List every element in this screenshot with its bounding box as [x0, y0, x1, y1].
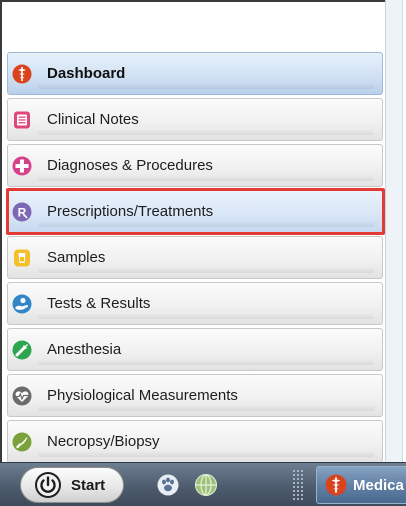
hand-test-icon [12, 294, 32, 314]
sidebar-item-label: Tests & Results [47, 295, 151, 312]
frame-top-border [0, 0, 385, 2]
sidebar-item-label: Samples [47, 249, 106, 266]
start-label: Start [71, 476, 106, 494]
rx-icon: R [12, 202, 32, 222]
caduceus-icon [325, 474, 347, 496]
sidebar-item-diagnoses-procedures[interactable]: Diagnoses & Procedures [7, 144, 383, 187]
sidebar-item-dashboard[interactable]: Dashboard [7, 52, 383, 95]
sidebar-item-label: Anesthesia [47, 341, 122, 358]
caduceus-icon [12, 64, 32, 84]
sidebar-item-label: Physiological Measurements [47, 387, 238, 404]
taskbar: Start Medica [0, 462, 406, 506]
svg-text:R: R [18, 205, 27, 219]
globe-icon[interactable] [194, 473, 218, 497]
sidebar-item-label: Necropsy/Biopsy [47, 433, 160, 450]
heartbeat-icon [12, 386, 32, 406]
syringe-icon [12, 340, 32, 360]
sidebar-nav: Dashboard Clinical Notes Diagnoses & Pro… [6, 52, 385, 466]
notes-icon [12, 110, 32, 130]
sidebar-item-anesthesia[interactable]: Anesthesia [7, 328, 383, 371]
app-frame: Dashboard Clinical Notes Diagnoses & Pro… [0, 0, 406, 506]
power-icon [33, 470, 63, 500]
sidebar-item-samples[interactable]: Samples [7, 236, 383, 279]
sidebar-item-label: Prescriptions/Treatments [47, 203, 214, 220]
taskbar-app-label: Medica [353, 476, 404, 494]
sidebar-item-necropsy-biopsy[interactable]: Necropsy/Biopsy [7, 420, 383, 463]
medical-cross-icon [12, 156, 32, 176]
taskbar-grip[interactable] [292, 469, 304, 501]
sidebar-item-label: Dashboard [47, 65, 126, 82]
scalpel-icon [12, 432, 32, 452]
sidebar-item-clinical-notes[interactable]: Clinical Notes [7, 98, 383, 141]
sample-cup-icon [12, 248, 32, 268]
frame-left-border [0, 0, 2, 470]
sidebar-item-label: Diagnoses & Procedures [47, 157, 213, 174]
sidebar-item-tests-results[interactable]: Tests & Results [7, 282, 383, 325]
start-button[interactable]: Start [20, 467, 124, 503]
paw-icon[interactable] [156, 473, 180, 497]
sidebar-item-label: Clinical Notes [47, 111, 139, 128]
sidebar-item-prescriptions-treatments[interactable]: R Prescriptions/Treatments [6, 188, 385, 235]
pane-separator [402, 0, 406, 466]
taskbar-app-medica[interactable]: Medica [316, 466, 406, 504]
sidebar-item-physiological-measurements[interactable]: Physiological Measurements [7, 374, 383, 417]
